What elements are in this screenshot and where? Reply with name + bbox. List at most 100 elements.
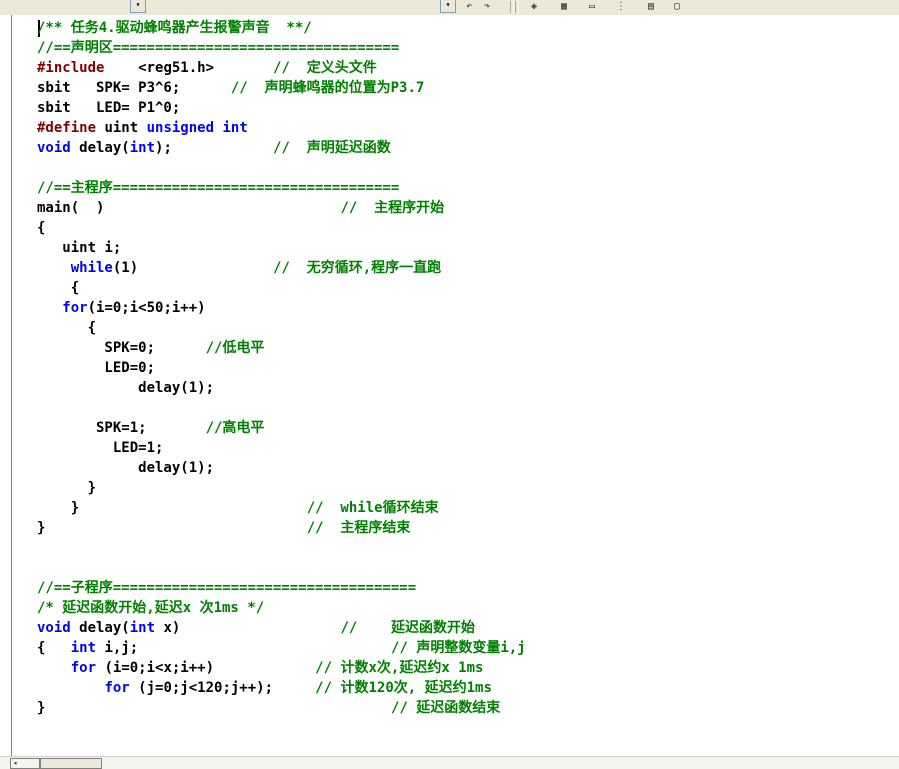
code-line[interactable]: sbit LED= P1^0; bbox=[37, 98, 180, 118]
code-line[interactable]: /* 延迟函数开始,延迟x 次1ms */ bbox=[37, 598, 264, 618]
code-line[interactable]: for(i=0;i<50;i++) bbox=[37, 298, 206, 318]
code-text: } bbox=[37, 480, 97, 496]
toolbar-separator bbox=[510, 1, 514, 13]
code-line[interactable]: { int i,j; // 声明整数变量i,j bbox=[37, 638, 526, 658]
gutter-divider bbox=[11, 15, 12, 756]
sheet-icon[interactable]: ▢ bbox=[668, 0, 686, 14]
code-keyword: void bbox=[37, 620, 71, 636]
code-text: sbit SPK= P3^6; bbox=[37, 80, 231, 96]
scrollbar-thumb[interactable] bbox=[40, 758, 102, 769]
code-comment: /* 延迟函数开始,延迟x 次1ms */ bbox=[37, 600, 265, 616]
code-keyword: int bbox=[70, 640, 97, 656]
code-comment: //==声明区=================================… bbox=[37, 40, 400, 56]
code-comment: // 计数x次,延迟约x 1ms bbox=[315, 660, 484, 676]
code-line[interactable]: //==主程序=================================… bbox=[37, 178, 399, 198]
code-line[interactable]: LED=1; bbox=[37, 438, 164, 458]
code-text: delay(1); bbox=[37, 460, 215, 476]
code-comment: // 计数120次, 延迟约1ms bbox=[315, 680, 492, 696]
code-comment: // 主程序开始 bbox=[340, 200, 445, 216]
combo-dropdown-arrow[interactable]: ▾ bbox=[130, 0, 146, 13]
toolbar-separator bbox=[515, 1, 519, 13]
code-keyword: for bbox=[70, 660, 97, 676]
code-comment: //==子程序=================================… bbox=[37, 580, 417, 596]
code-line[interactable]: //==声明区=================================… bbox=[37, 38, 399, 58]
code-text: { bbox=[37, 320, 97, 336]
code-comment: //低电平 bbox=[205, 340, 265, 356]
code-line[interactable]: uint i; bbox=[37, 238, 121, 258]
code-keyword: while bbox=[70, 260, 113, 276]
code-keyword: void bbox=[37, 140, 71, 156]
code-keyword: for bbox=[104, 680, 130, 696]
code-comment: // 延迟函数结束 bbox=[391, 700, 501, 716]
code-line[interactable]: } // while循环结束 bbox=[37, 498, 439, 518]
code-keyword: for bbox=[62, 300, 88, 316]
code-text: <reg51.h> bbox=[104, 60, 274, 76]
code-comment: // 声明整数变量i,j bbox=[391, 640, 526, 656]
code-text: LED=1; bbox=[37, 440, 164, 456]
code-comment: //==主程序=================================… bbox=[37, 180, 400, 196]
layout-icon[interactable]: ▤ bbox=[642, 0, 660, 14]
code-keyword: unsigned bbox=[146, 120, 215, 136]
code-line[interactable]: main( ) // 主程序开始 bbox=[37, 198, 444, 218]
code-text: (1) bbox=[112, 260, 274, 276]
code-comment: // 延迟函数开始 bbox=[340, 620, 476, 636]
horizontal-scrollbar[interactable]: ◂ bbox=[0, 756, 899, 769]
code-line[interactable]: LED=0; bbox=[37, 358, 155, 378]
code-comment: /** 任务4.驱动蜂鸣器产生报警声音 **/ bbox=[37, 20, 312, 36]
code-line[interactable]: for (j=0;j<120;j++); // 计数120次, 延迟约1ms bbox=[37, 678, 492, 698]
code-text: (i=0;i<x;i++) bbox=[96, 660, 316, 676]
code-text: uint bbox=[96, 120, 147, 136]
code-line[interactable]: //==子程序=================================… bbox=[37, 578, 416, 598]
undo-icon[interactable]: ↶ bbox=[460, 0, 478, 14]
code-line[interactable]: delay(1); bbox=[37, 378, 214, 398]
code-line[interactable]: while(1) // 无穷循环,程序一直跑 bbox=[37, 258, 441, 278]
window-icon[interactable]: ▭ bbox=[583, 0, 601, 14]
code-line[interactable]: sbit SPK= P3^6; // 声明蜂鸣器的位置为P3.7 bbox=[37, 78, 424, 98]
code-directive: #include bbox=[37, 60, 105, 76]
code-line[interactable]: SPK=1; //高电平 bbox=[37, 418, 264, 438]
code-text: delay( bbox=[70, 140, 130, 156]
code-comment: // 定义头文件 bbox=[273, 60, 377, 76]
code-line[interactable]: #include <reg51.h> // 定义头文件 bbox=[37, 58, 377, 78]
redo-icon[interactable]: ↷ bbox=[478, 0, 496, 14]
code-line[interactable]: } bbox=[37, 478, 96, 498]
grid-icon[interactable]: ▦ bbox=[555, 0, 573, 14]
code-line[interactable]: } // 延迟函数结束 bbox=[37, 698, 500, 718]
code-text: (i=0;i<50;i++) bbox=[87, 300, 206, 316]
code-text: delay( bbox=[70, 620, 130, 636]
code-text: } bbox=[37, 700, 392, 716]
more-icon[interactable]: ⋮ bbox=[612, 0, 630, 14]
code-text: uint i; bbox=[37, 240, 122, 256]
code-line[interactable]: #define uint unsigned int bbox=[37, 118, 248, 138]
combo-dropdown-arrow-2[interactable]: ▾ bbox=[440, 0, 456, 13]
code-line[interactable]: { bbox=[37, 318, 96, 338]
code-line[interactable]: } // 主程序结束 bbox=[37, 518, 410, 538]
code-text: delay(1); bbox=[37, 380, 215, 396]
code-text: } bbox=[37, 520, 307, 536]
code-line[interactable]: for (i=0;i<x;i++) // 计数x次,延迟约x 1ms bbox=[37, 658, 484, 678]
code-comment: // 主程序结束 bbox=[306, 520, 411, 536]
code-text: } bbox=[37, 500, 307, 516]
code-comment: // while循环结束 bbox=[306, 500, 439, 516]
code-comment: //高电平 bbox=[205, 420, 265, 436]
code-line[interactable]: delay(1); bbox=[37, 458, 214, 478]
code-line[interactable]: { bbox=[37, 278, 79, 298]
code-line[interactable]: void delay(int x) // 延迟函数开始 bbox=[37, 618, 475, 638]
code-comment: // 声明延迟函数 bbox=[273, 140, 391, 156]
code-line[interactable]: SPK=0; //低电平 bbox=[37, 338, 264, 358]
code-text: { bbox=[37, 280, 80, 296]
code-line[interactable]: void delay(int); // 声明延迟函数 bbox=[37, 138, 391, 158]
code-line[interactable]: /** 任务4.驱动蜂鸣器产生报警声音 **/ bbox=[37, 18, 312, 38]
toolbar: ▾ ▾ ↶ ↷ ◈ ▦ ▭ ⋮ ▤ ▢ bbox=[0, 0, 899, 16]
code-editor[interactable]: /** 任务4.驱动蜂鸣器产生报警声音 **/ //==声明区==========… bbox=[0, 15, 899, 756]
view-icon[interactable]: ◈ bbox=[525, 0, 543, 14]
code-text: { bbox=[37, 640, 71, 656]
code-text: main( ) bbox=[37, 200, 341, 216]
code-line[interactable]: { bbox=[37, 218, 45, 238]
code-directive: #define bbox=[37, 120, 97, 136]
scroll-left-button[interactable]: ◂ bbox=[10, 758, 40, 769]
